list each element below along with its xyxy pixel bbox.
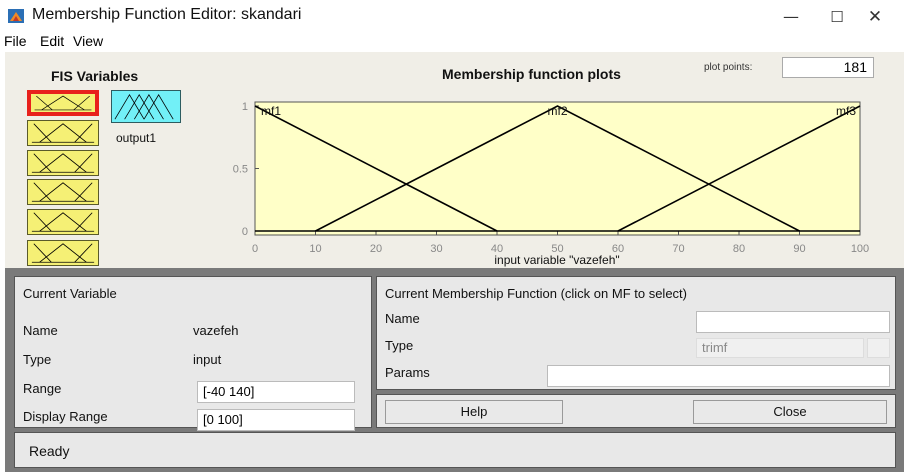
- x-axis-label: input variable "vazefeh": [494, 253, 619, 267]
- mf-name-label: Name: [385, 311, 420, 326]
- mf-type-label: Type: [385, 338, 414, 353]
- minimize-button[interactable]: —: [768, 2, 814, 32]
- current-mf-panel: Current Membership Function (click on MF…: [376, 276, 896, 390]
- variable-name-label: Name: [23, 323, 58, 338]
- current-mf-title: Current Membership Function (click on MF…: [385, 286, 687, 301]
- variable-name-value: vazefeh: [193, 323, 239, 338]
- upper-area: FIS Variables output1 Membership functio…: [5, 52, 904, 268]
- help-button[interactable]: Help: [385, 400, 563, 424]
- lower-area: Current Variable Name vazefeh Type input…: [5, 268, 904, 472]
- x-tick-label: 10: [309, 243, 321, 255]
- display-range-input[interactable]: [0 100]: [197, 409, 355, 431]
- button-panel: Help Close: [376, 394, 896, 428]
- close-window-button[interactable]: ✕: [852, 2, 898, 32]
- menu-file[interactable]: File: [4, 33, 27, 49]
- menu-edit[interactable]: Edit: [40, 33, 64, 49]
- membership-function-plot[interactable]: 00.51 0 10 20 30 40 50 60 70 80 90 100 mf1 mf2 mf3 i…: [5, 52, 904, 268]
- mf-label-mf1[interactable]: mf1: [261, 104, 281, 118]
- mf-name-input[interactable]: [696, 311, 890, 333]
- mf-type-select[interactable]: trimf: [696, 338, 864, 358]
- mf-label-mf3[interactable]: mf3: [836, 104, 856, 118]
- close-button[interactable]: Close: [693, 400, 887, 424]
- y-tick-label: 0.5: [233, 164, 248, 176]
- mf-label-mf2[interactable]: mf2: [547, 104, 567, 118]
- status-bar: Ready: [14, 432, 896, 468]
- range-label: Range: [23, 381, 62, 396]
- status-text: Ready: [29, 443, 70, 459]
- title-bar: Membership Function Editor: skandari — ☐…: [0, 0, 904, 34]
- x-tick-label: 20: [370, 243, 382, 255]
- y-tick-label: 0: [242, 226, 248, 238]
- x-tick-label: 80: [733, 243, 745, 255]
- x-tick-label: 90: [793, 243, 805, 255]
- x-tick-label: 70: [672, 243, 684, 255]
- x-tick-label: 100: [851, 243, 869, 255]
- x-tick-label: 0: [252, 243, 258, 255]
- menu-bar: File Edit View: [0, 33, 904, 51]
- variable-type-label: Type: [23, 352, 52, 367]
- mf-params-label: Params: [385, 365, 430, 380]
- mf-params-input[interactable]: [547, 365, 890, 387]
- mf-type-dropdown-arrow[interactable]: [867, 338, 890, 358]
- matlab-app-icon: [8, 9, 24, 23]
- x-tick-label: 30: [430, 243, 442, 255]
- current-variable-title: Current Variable: [23, 286, 117, 301]
- range-input[interactable]: [-40 140]: [197, 381, 355, 403]
- variable-type-value: input: [193, 352, 222, 367]
- y-tick-label: 1: [242, 101, 248, 113]
- current-variable-panel: Current Variable Name vazefeh Type input…: [14, 276, 372, 431]
- display-range-label: Display Range: [23, 409, 108, 424]
- window-title: Membership Function Editor: skandari: [32, 6, 302, 23]
- menu-view[interactable]: View: [73, 33, 103, 49]
